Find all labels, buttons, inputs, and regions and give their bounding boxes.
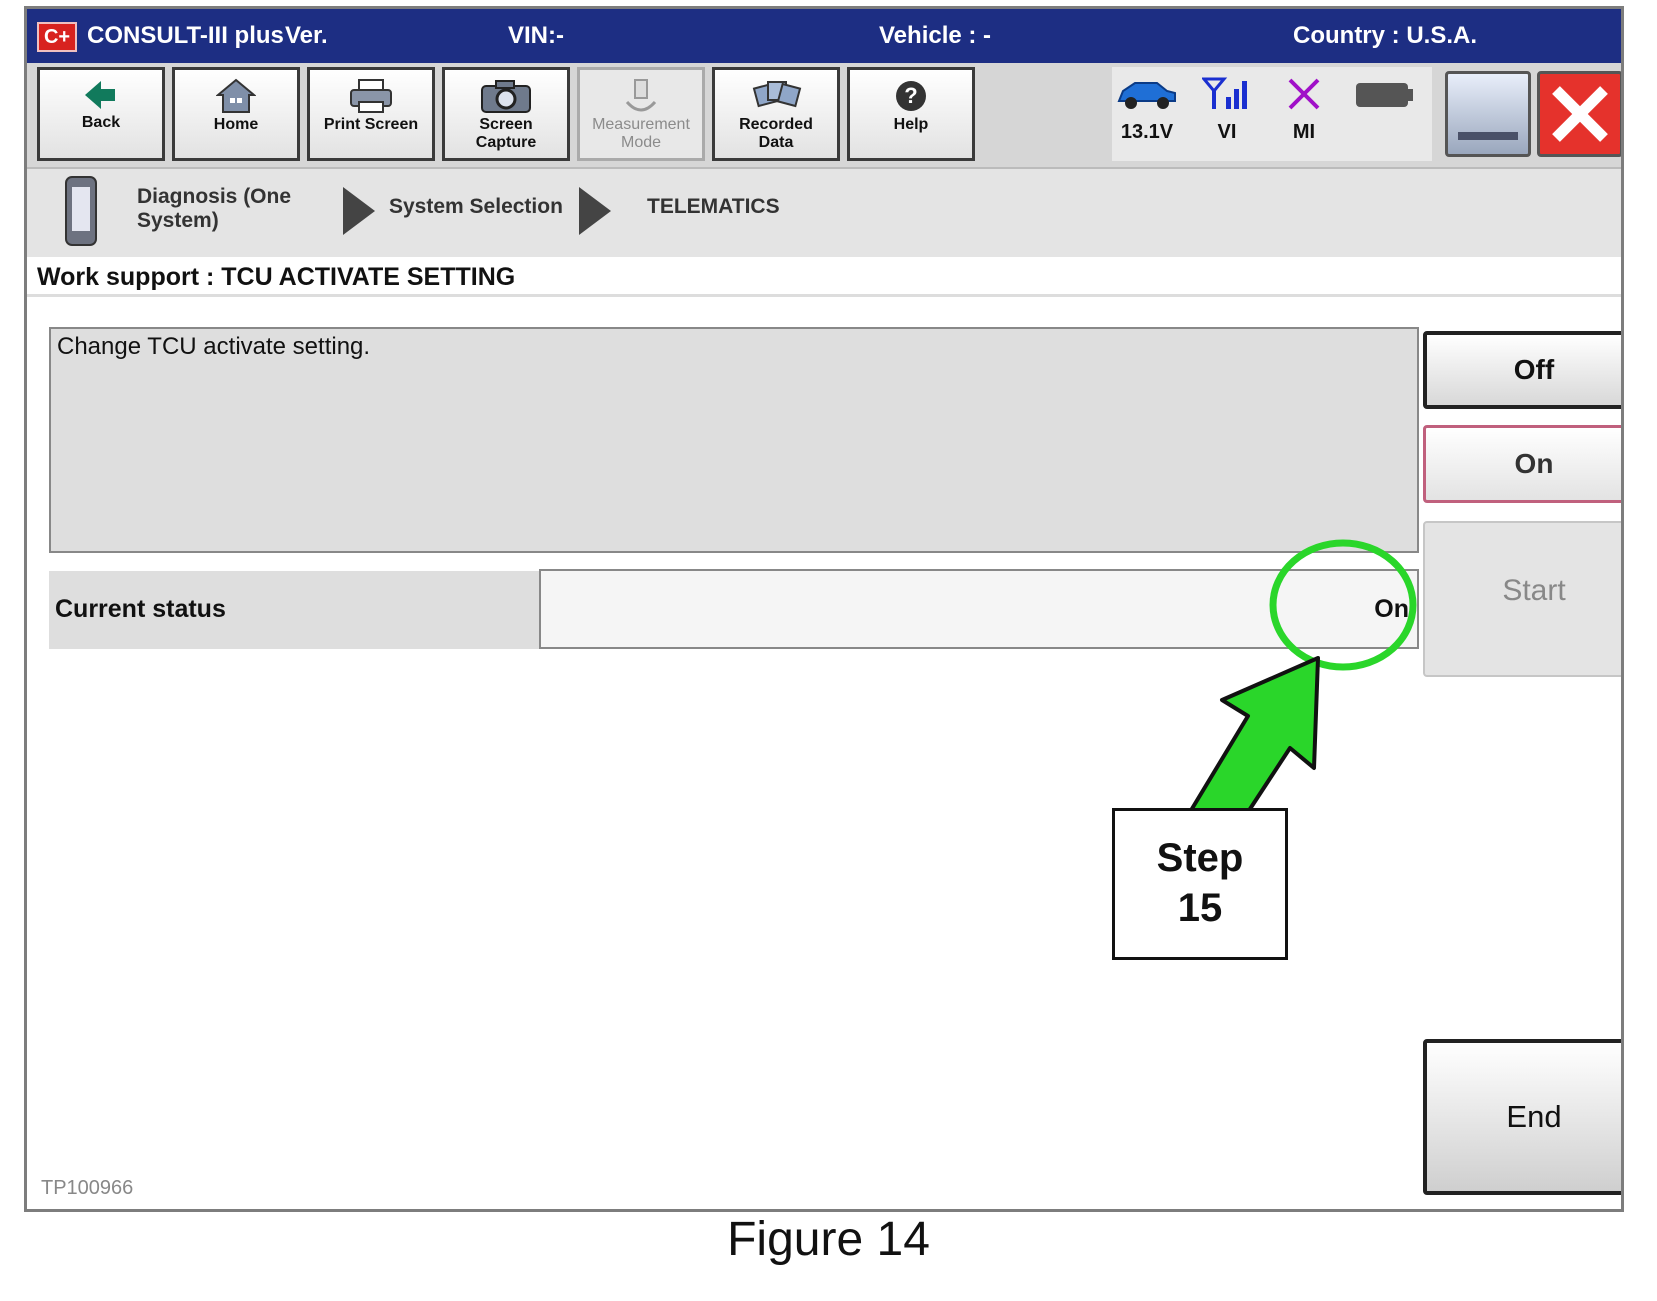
annotation-overlay bbox=[1188, 539, 1417, 814]
step-callout-line1: Step bbox=[1156, 836, 1244, 880]
step-callout-line2: 15 bbox=[1177, 886, 1223, 930]
green-arrow-icon bbox=[1188, 656, 1320, 814]
figure-caption: Figure 14 bbox=[727, 1213, 930, 1266]
step-callout: Step 15 bbox=[1112, 808, 1288, 960]
highlight-circle bbox=[1269, 539, 1417, 671]
